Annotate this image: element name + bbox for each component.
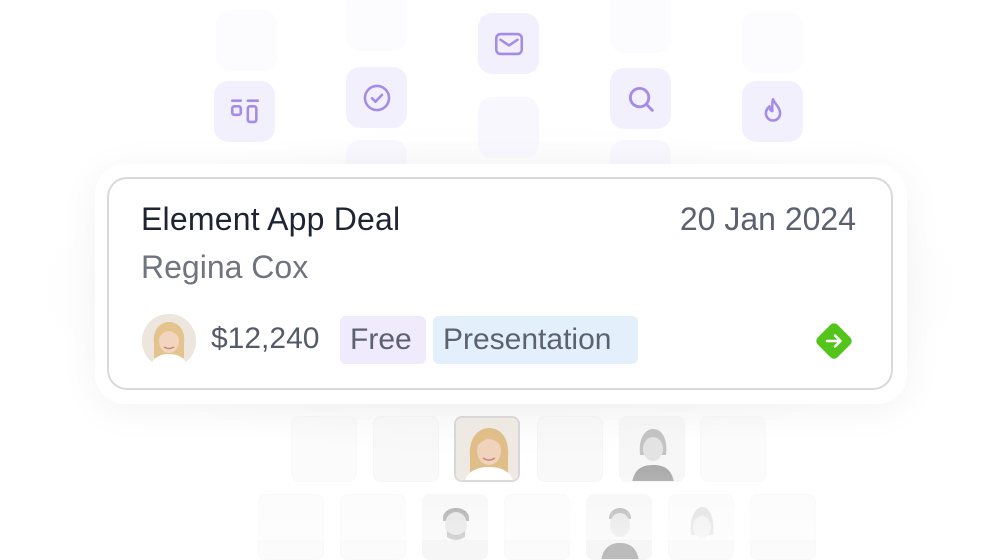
ghost-tile xyxy=(742,12,803,73)
blank-tile xyxy=(478,97,539,158)
deal-date: 20 Jan 2024 xyxy=(679,201,856,237)
search-tile[interactable] xyxy=(610,68,671,129)
bottom-fade xyxy=(0,470,1000,540)
check-tile[interactable] xyxy=(346,67,407,128)
deal-card[interactable]: Element App Deal 20 Jan 2024 Regina Cox … xyxy=(107,177,893,390)
avatar-portrait xyxy=(142,314,196,368)
mail-icon xyxy=(494,32,523,55)
dashboard-tile[interactable] xyxy=(214,81,275,142)
tag-free[interactable]: Free xyxy=(340,316,426,364)
dashboard-icon xyxy=(230,98,259,123)
check-circle-icon xyxy=(363,84,390,111)
ghost-tile xyxy=(216,10,277,71)
search-icon xyxy=(628,86,654,112)
tag-presentation[interactable]: Presentation xyxy=(433,316,638,364)
mail-tile[interactable] xyxy=(478,13,539,74)
arrow-right-icon[interactable] xyxy=(811,318,857,364)
ghost-tile xyxy=(346,0,407,51)
ghost-tile xyxy=(610,0,671,53)
deal-amount: $12,240 xyxy=(211,322,320,355)
avatar[interactable] xyxy=(142,314,196,368)
deal-person: Regina Cox xyxy=(141,249,309,285)
flame-tile[interactable] xyxy=(742,81,803,142)
deal-title: Element App Deal xyxy=(141,201,401,237)
flame-icon xyxy=(764,97,781,122)
